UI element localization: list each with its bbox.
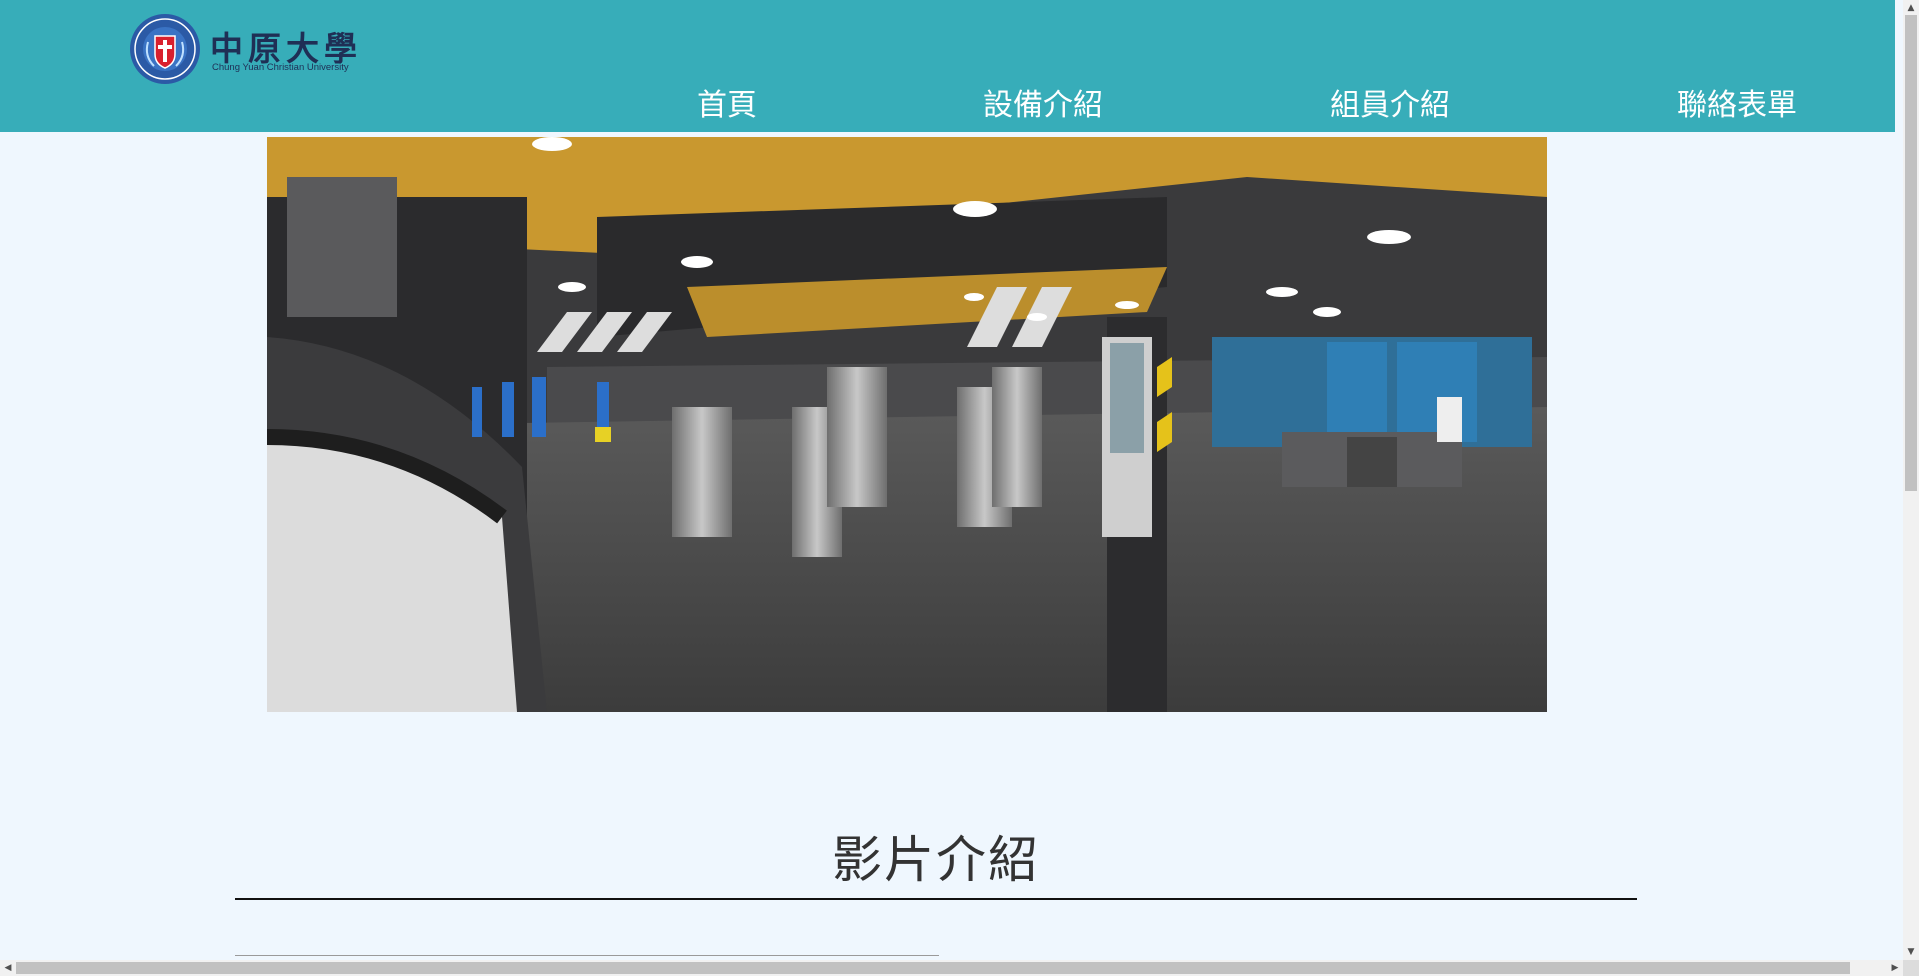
nav-members[interactable]: 組員介紹 [1330, 80, 1450, 124]
university-emblem-icon [130, 14, 200, 84]
vertical-scroll-thumb[interactable] [1905, 15, 1917, 491]
gym-hero-image [267, 137, 1547, 712]
video-section-title: 影片介紹 [832, 831, 1040, 889]
university-logo[interactable]: 中原大學 Chung Yuan Christian University [128, 12, 368, 86]
gym-photo [267, 137, 1547, 712]
site-header: 中原大學 Chung Yuan Christian University 首頁 … [0, 0, 1895, 132]
content-divider [235, 955, 939, 956]
nav-home[interactable]: 首頁 [697, 80, 757, 124]
scroll-down-arrow-icon[interactable]: ▼ [1903, 944, 1919, 960]
nav-contact-form[interactable]: 聯絡表單 [1677, 80, 1797, 124]
section-divider [235, 898, 1637, 900]
vertical-scrollbar[interactable]: ▲ ▼ [1903, 0, 1919, 960]
nav-equipment[interactable]: 設備介紹 [983, 80, 1103, 124]
scroll-up-arrow-icon[interactable]: ▲ [1903, 0, 1919, 16]
horizontal-scroll-thumb[interactable] [16, 962, 1850, 974]
scroll-right-arrow-icon[interactable]: ▶ [1887, 960, 1903, 976]
logo-subtitle: Chung Yuan Christian University [212, 62, 349, 73]
scroll-left-arrow-icon[interactable]: ◀ [0, 960, 16, 976]
horizontal-scrollbar[interactable]: ◀ ▶ [0, 960, 1903, 976]
scrollbar-corner [1903, 960, 1919, 976]
